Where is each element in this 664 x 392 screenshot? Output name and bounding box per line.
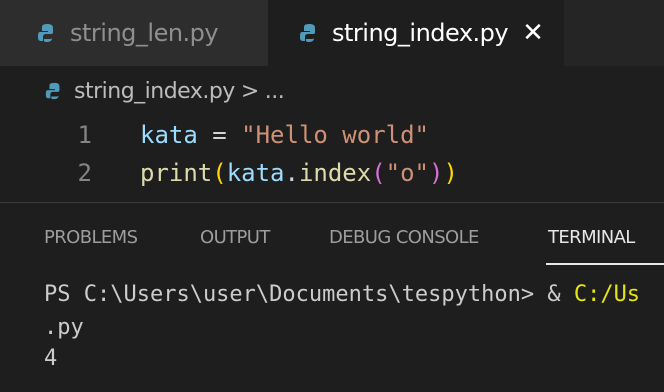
tab-bar-empty-space: [564, 0, 664, 66]
terminal-command-path: C:/Us: [573, 282, 641, 307]
tab-label: string_len.py: [70, 19, 219, 47]
close-icon[interactable]: ✕: [522, 20, 544, 46]
breadcrumb-file[interactable]: string_index.py: [74, 79, 235, 104]
tab-problems[interactable]: PROBLEMS: [44, 227, 138, 248]
python-file-icon: [44, 81, 64, 101]
panel-tabs: PROBLEMS OUTPUT DEBUG CONSOLE TERMINAL: [0, 203, 664, 269]
terminal-prompt: PS C:\Users\user\Documents\tespython>: [44, 282, 535, 307]
code-line: 2 print(kata.index("o")): [0, 154, 664, 192]
editor-tab-bar: string_len.py string_index.py ✕: [0, 0, 664, 66]
terminal-output: 4: [44, 346, 58, 371]
tab-string-len[interactable]: string_len.py: [0, 0, 268, 66]
tab-output[interactable]: OUTPUT: [200, 227, 270, 248]
bottom-panel: PROBLEMS OUTPUT DEBUG CONSOLE TERMINAL P…: [0, 202, 664, 392]
tab-debug-console[interactable]: DEBUG CONSOLE: [329, 227, 479, 248]
line-number: 2: [77, 159, 92, 187]
code-text: kata = "Hello world": [140, 121, 429, 149]
code-editor[interactable]: 1 kata = "Hello world" 2 print(kata.inde…: [0, 116, 664, 200]
tab-terminal[interactable]: TERMINAL: [548, 227, 635, 248]
breadcrumb: string_index.py > ...: [0, 66, 664, 116]
tab-string-index[interactable]: string_index.py ✕: [268, 0, 564, 66]
code-text: print(kata.index("o")): [140, 159, 458, 187]
tab-label: string_index.py: [332, 19, 509, 47]
code-line: 1 kata = "Hello world": [0, 116, 664, 154]
python-file-icon: [298, 22, 320, 44]
breadcrumb-ellipsis[interactable]: ...: [265, 79, 285, 104]
python-file-icon: [36, 22, 58, 44]
line-number: 1: [77, 121, 92, 149]
terminal-line: PS C:\Users\user\Documents\tespython> & …: [44, 279, 640, 311]
terminal-line: .py: [44, 315, 84, 340]
terminal-command-amp: &: [534, 282, 574, 307]
breadcrumb-separator: >: [240, 78, 259, 104]
active-tab-indicator: [546, 263, 664, 265]
